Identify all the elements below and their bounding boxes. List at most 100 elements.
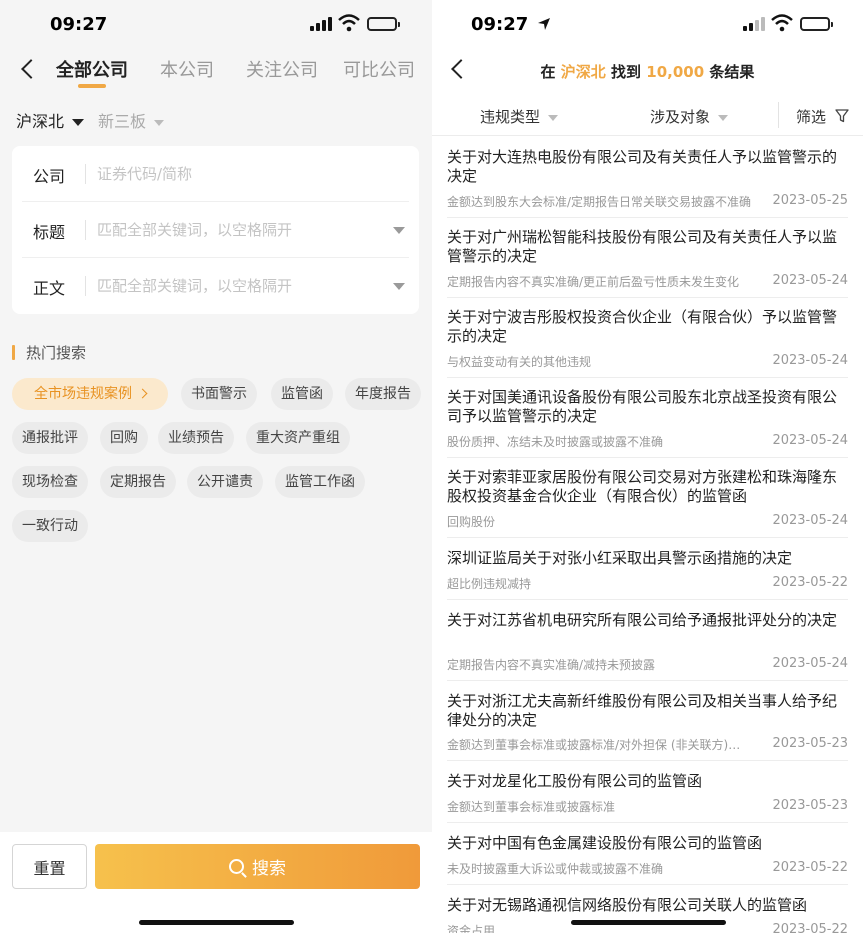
status-time-text: 09:27 [471,14,529,35]
status-time: 09:27 [50,14,108,35]
chip[interactable]: 监管工作函 [275,466,365,498]
chip[interactable]: 业绩预告 [158,422,234,454]
chip-label: 全市场违规案例 [34,386,132,402]
signal-icon [310,17,332,31]
result-item[interactable]: 关于对龙星化工股份有限公司的监管函 金额达到董事会标准或披露标准 2023-05-… [447,761,848,823]
tab-followed-companies[interactable]: 关注公司 [246,56,318,82]
battery-icon [800,17,833,31]
market-selected-label: 沪深北 [16,112,65,131]
chip[interactable]: 公开谴责 [187,466,263,498]
filter-involved-party[interactable]: 涉及对象 [650,106,729,127]
title-row: 标题 [12,202,419,258]
result-date: 2023-05-22 [772,575,848,590]
search-form: 公司 标题 正文 [12,146,419,314]
result-tag: 与权益变动有关的其他违规 [447,355,592,369]
result-title: 关于对国美通讯设备股份有限公司股东北京战圣投资有限公司予以监管警示的决定 [447,388,838,425]
market-other-label: 新三板 [98,112,147,131]
filter-violation-type[interactable]: 违规类型 [480,106,559,127]
result-title: 关于对索菲亚家居股份有限公司交易对方张建松和珠海隆东股权投资基金合伙企业（有限合… [447,468,838,505]
result-item[interactable]: 关于对宁波吉彤股权投资合伙企业（有限合伙）予以监管警示的决定 与权益变动有关的其… [447,298,848,378]
body-keyword-input[interactable] [97,272,377,300]
chip[interactable]: 书面警示 [181,378,257,410]
result-date: 2023-05-24 [772,273,848,288]
result-tag: 金额达到股东大会标准/定期报告日常关联交易披露不准确 [447,195,752,209]
market-selector-main[interactable]: 沪深北 [16,108,85,132]
tab-active-indicator [78,84,106,88]
result-item[interactable]: 关于对索菲亚家居股份有限公司交易对方张建松和珠海隆东股权投资基金合伙企业（有限合… [447,458,848,538]
summary-market: 沪深北 [560,63,606,81]
result-item[interactable]: 关于对广州瑞松智能科技股份有限公司及有关责任人予以监管警示的决定 定期报告内容不… [447,218,848,298]
chip[interactable]: 现场检查 [12,466,88,498]
chip[interactable]: 定期报告 [100,466,176,498]
divider [778,102,779,128]
body-label: 正文 [33,279,66,298]
chevron-down-icon[interactable] [393,283,405,290]
wifi-icon [338,14,360,32]
tab-this-company[interactable]: 本公司 [160,56,214,82]
result-title: 关于对宁波吉彤股权投资合伙企业（有限合伙）予以监管警示的决定 [447,308,838,345]
result-item[interactable]: 关于对中国有色金属建设股份有限公司的监管函 未及时披露重大诉讼或仲裁或披露不准确… [447,823,848,885]
home-indicator [571,920,726,925]
result-title: 关于对龙星化工股份有限公司的监管函 [447,772,703,790]
result-tag: 股份质押、冻结未及时披露或披露不准确 [447,435,664,449]
title-keyword-input[interactable] [97,216,377,244]
chip[interactable]: 通报批评 [12,422,88,454]
result-title: 关于对江苏省机电研究所有限公司给予通报批评处分的决定 [447,611,838,629]
tab-comparable-companies[interactable]: 可比公司 [343,56,415,82]
result-item[interactable]: 深圳证监局关于对张小红采取出具警示函措施的决定 超比例违规减持 2023-05-2… [447,538,848,600]
result-tag: 金额达到董事会标准或披露标准/对外担保 (非关联方)… [447,738,741,752]
result-date: 2023-05-23 [772,798,848,813]
hot-search-title: 热门搜索 [26,344,87,362]
result-date: 2023-05-22 [772,860,848,875]
results-summary: 在 沪深北 找到 10,000 条结果 [432,61,863,82]
result-item[interactable]: 关于对浙江尤夫高新纤维股份有限公司及相关当事人给予纪律处分的决定 金额达到董事会… [447,681,848,761]
chevron-down-icon [154,119,165,126]
search-icon [229,859,244,874]
title-label: 标题 [33,223,66,242]
chip[interactable]: 一致行动 [12,510,88,542]
wifi-icon [771,14,793,32]
chip[interactable]: 重大资产重组 [246,422,350,454]
result-tag: 回购股份 [447,515,496,529]
company-input[interactable] [97,160,377,188]
tab-all-companies[interactable]: 全部公司 [56,56,128,82]
summary-post: 条结果 [709,63,755,81]
location-arrow-icon [537,18,550,30]
result-item[interactable]: 关于对大连热电股份有限公司及有关责任人予以监管警示的决定 金额达到股东大会标准/… [447,138,848,218]
company-row: 公司 [12,146,419,202]
chevron-down-icon[interactable] [393,227,405,234]
chip[interactable]: 回购 [100,422,148,454]
reset-button[interactable]: 重置 [12,844,87,889]
result-item[interactable]: 关于对国美通讯设备股份有限公司股东北京战圣投资有限公司予以监管警示的决定 股份质… [447,378,848,458]
filter-screen-button[interactable]: 筛选 [796,106,849,127]
divider [85,276,86,296]
filter-label: 涉及对象 [650,108,711,126]
result-date: 2023-05-22 [772,922,848,933]
back-arrow-icon[interactable] [21,59,41,79]
chevron-down-icon [72,119,85,126]
chip[interactable]: 监管函 [271,378,333,410]
chip[interactable]: 年度报告 [345,378,421,410]
result-title: 关于对无锡路通视信网络股份有限公司关联人的监管函 [447,896,808,914]
battery-icon [367,17,400,31]
chip-market-violation-cases[interactable]: 全市场违规案例 [12,378,168,410]
chevron-down-icon [718,114,729,121]
divider [85,220,86,240]
company-label: 公司 [33,167,66,186]
result-date: 2023-05-24 [772,433,848,448]
result-item[interactable]: 关于对无锡路通视信网络股份有限公司关联人的监管函 资金占用 2023-05-22 [447,885,848,933]
result-date: 2023-05-24 [772,513,848,528]
search-button[interactable]: 搜索 [95,844,420,889]
result-title: 关于对中国有色金属建设股份有限公司的监管函 [447,834,763,852]
result-item[interactable]: 关于对江苏省机电研究所有限公司给予通报批评处分的决定 定期报告内容不真实准确/减… [447,600,848,681]
result-tag: 定期报告内容不真实准确/减持未预披露 [447,658,656,672]
status-time: 09:27 [471,14,551,35]
filter-label: 筛选 [796,108,827,126]
result-title: 深圳证监局关于对张小红采取出具警示函措施的决定 [447,549,793,567]
result-title: 关于对大连热电股份有限公司及有关责任人予以监管警示的决定 [447,148,838,185]
summary-pre: 在 [540,63,556,81]
market-selector-neeq[interactable]: 新三板 [98,108,165,132]
search-screen: 09:27 全部公司 本公司 关注公司 可比公司 沪深北 新三板 公司 标题 [0,0,432,933]
result-tag: 超比例违规减持 [447,577,532,591]
accent-bar [12,345,15,360]
